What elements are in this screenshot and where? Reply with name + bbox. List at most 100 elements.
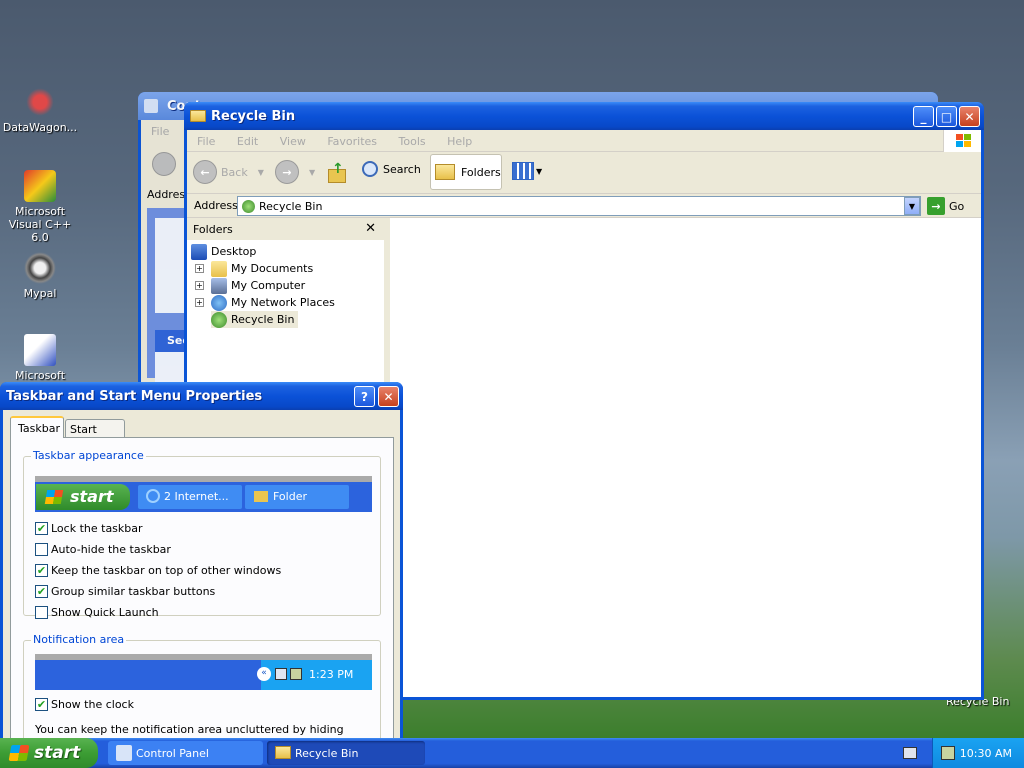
address-dropdown-button[interactable]: ▼ xyxy=(904,197,920,215)
option-auto-hide[interactable]: Auto-hide the taskbar xyxy=(35,543,171,556)
back-button[interactable]: ← Back ▼ xyxy=(193,160,264,184)
help-button[interactable]: ? xyxy=(354,386,375,407)
group-buttons-checkbox[interactable]: ✔ xyxy=(35,585,48,598)
quick-launch-checkbox[interactable] xyxy=(35,606,48,619)
expand-icon[interactable]: + xyxy=(195,281,204,290)
address-input[interactable]: Recycle Bin xyxy=(237,196,921,216)
forward-dropdown-icon[interactable]: ▼ xyxy=(309,168,315,177)
desktop-icon-label: Mypal xyxy=(23,287,57,300)
back-dropdown-icon[interactable]: ▼ xyxy=(258,168,264,177)
preview-ie-item: 2 Internet... xyxy=(138,485,242,509)
tray-network-icon xyxy=(275,668,287,680)
network-places-icon xyxy=(211,294,227,311)
option-label: Auto-hide the taskbar xyxy=(51,543,171,556)
back-arrow-icon: ← xyxy=(193,160,217,184)
close-button[interactable]: ✕ xyxy=(959,106,980,127)
tree-item-my-computer[interactable]: + My Computer xyxy=(195,277,305,294)
option-label: Keep the taskbar on top of other windows xyxy=(51,564,282,577)
tree-item-my-documents[interactable]: + My Documents xyxy=(195,260,313,277)
up-folder-button[interactable]: ↑ xyxy=(326,161,350,185)
expand-icon[interactable]: + xyxy=(195,298,204,307)
option-show-clock[interactable]: ✔ Show the clock xyxy=(35,698,134,711)
clock[interactable]: 10:30 AM xyxy=(960,747,1012,760)
menu-tools[interactable]: Tools xyxy=(399,135,426,148)
tray-chevron-icon: « xyxy=(257,667,271,681)
tree-item-label: My Network Places xyxy=(231,296,335,309)
tab-label: Taskbar xyxy=(18,422,60,435)
desktop-icon-label: Microsoft Visual C++ 6.0 xyxy=(8,205,72,244)
minimize-button[interactable]: _ xyxy=(913,106,934,127)
auto-hide-checkbox[interactable] xyxy=(35,543,48,556)
recycle-folder-icon xyxy=(190,110,206,122)
option-lock-taskbar[interactable]: ✔ Lock the taskbar xyxy=(35,522,143,535)
dialog-close-button[interactable]: ✕ xyxy=(378,386,399,407)
taskbar-item-control-panel[interactable]: Control Panel xyxy=(108,741,263,765)
visual-studio-icon xyxy=(24,334,56,366)
desktop-icon-visual-cpp[interactable]: Microsoft Visual C++ 6.0 xyxy=(0,170,80,244)
address-bar: Address Recycle Bin ▼ → Go xyxy=(187,194,981,218)
menu-help[interactable]: Help xyxy=(447,135,472,148)
tree-item-label: My Documents xyxy=(231,262,314,275)
cp-see-also-box xyxy=(155,352,185,382)
show-clock-checkbox[interactable]: ✔ xyxy=(35,698,48,711)
keyboard-icon[interactable] xyxy=(903,747,917,759)
file-list-area[interactable] xyxy=(390,218,981,697)
address-label: Address xyxy=(194,199,238,212)
tree-item-desktop[interactable]: Desktop xyxy=(191,243,256,260)
forward-arrow-icon: → xyxy=(275,160,299,184)
tree-item-label: Desktop xyxy=(211,245,257,258)
start-button[interactable]: start xyxy=(0,738,98,768)
notification-group-label: Notification area xyxy=(31,633,127,646)
visual-cpp-icon xyxy=(24,170,56,202)
tab-taskbar[interactable]: Taskbar xyxy=(10,416,64,438)
option-keep-on-top[interactable]: ✔ Keep the taskbar on top of other window… xyxy=(35,564,281,577)
desktop-icon-mypal[interactable]: Mypal xyxy=(0,252,80,300)
preview-time: 1:23 PM xyxy=(309,668,354,681)
ie-icon xyxy=(146,489,160,503)
menu-favorites[interactable]: Favorites xyxy=(327,135,377,148)
control-panel-taskbar-icon xyxy=(116,745,132,761)
cp-back-icon[interactable] xyxy=(152,152,176,176)
expand-icon[interactable]: + xyxy=(195,264,204,273)
option-quick-launch[interactable]: Show Quick Launch xyxy=(35,606,159,619)
folders-button[interactable]: Folders xyxy=(430,154,502,190)
my-documents-icon xyxy=(211,260,227,277)
tree-item-label: My Computer xyxy=(231,279,306,292)
address-value: Recycle Bin xyxy=(259,199,323,213)
tab-start-menu[interactable]: Start Menu xyxy=(65,419,125,449)
lock-taskbar-checkbox[interactable]: ✔ xyxy=(35,522,48,535)
go-button[interactable]: → Go xyxy=(927,197,964,215)
option-group-buttons[interactable]: ✔ Group similar taskbar buttons xyxy=(35,585,215,598)
option-label: Show Quick Launch xyxy=(51,606,159,619)
recycle-window-title: Recycle Bin xyxy=(211,108,296,124)
my-computer-icon xyxy=(211,277,227,294)
taskbar-properties-dialog[interactable]: Taskbar and Start Menu Properties ? ✕ Ta… xyxy=(0,382,403,768)
windows-flag-icon xyxy=(8,745,30,761)
taskbar-item-label: Recycle Bin xyxy=(295,746,359,760)
mypal-raccoon-icon xyxy=(24,252,56,284)
folders-pane-close-button[interactable]: ✕ xyxy=(365,221,376,236)
recycle-bin-small-icon xyxy=(242,199,255,213)
desktop-icon-datawagon[interactable]: DataWagon... xyxy=(0,86,80,134)
tree-item-recycle-bin[interactable]: Recycle Bin xyxy=(211,311,299,328)
maximize-button[interactable]: □ xyxy=(936,106,957,127)
menu-file[interactable]: File xyxy=(197,135,215,148)
tray-volume-icon[interactable] xyxy=(941,746,955,760)
views-button[interactable]: ▼ xyxy=(512,162,542,180)
desktop-icon xyxy=(191,243,207,260)
search-icon xyxy=(362,161,378,177)
taskbar-item-recycle-bin[interactable]: Recycle Bin xyxy=(267,741,425,765)
keep-on-top-checkbox[interactable]: ✔ xyxy=(35,564,48,577)
search-button[interactable]: Search xyxy=(362,161,421,177)
menu-view[interactable]: View xyxy=(280,135,306,148)
forward-button[interactable]: → ▼ xyxy=(275,160,315,184)
preview-folder-item: Folder xyxy=(245,485,349,509)
tree-item-my-network-places[interactable]: + My Network Places xyxy=(195,294,335,311)
recycle-bin-icon xyxy=(211,311,227,328)
menu-edit[interactable]: Edit xyxy=(237,135,258,148)
start-label: start xyxy=(34,743,81,763)
cp-see-also-header: See xyxy=(155,330,185,352)
preview-windows-flag-icon xyxy=(44,490,64,504)
windows-logo-icon xyxy=(943,130,981,152)
cp-menu-file[interactable]: File xyxy=(151,125,169,138)
